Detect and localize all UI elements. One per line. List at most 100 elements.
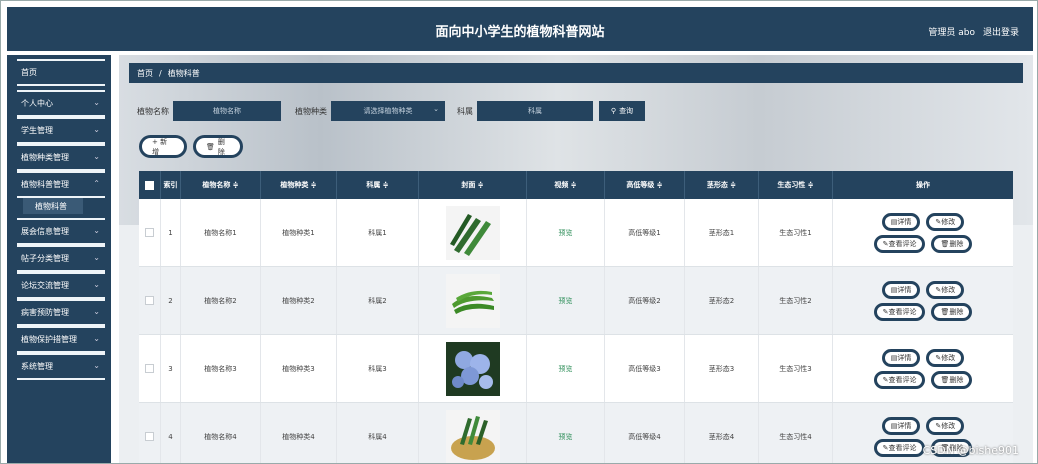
edit-button[interactable]: ✎ 修改	[926, 212, 965, 231]
sidebar-item-protection[interactable]: 植物保护措管理 ⌄	[17, 326, 105, 353]
trash-icon: 🗑	[940, 239, 950, 248]
chevron-down-icon: ⌄	[93, 226, 100, 235]
cover-image[interactable]	[419, 335, 527, 402]
table-row: 2 植物名称2 植物种类2 科属2 预览 高低等级2 茎形态2 生态习性2 ▤ …	[139, 267, 1013, 335]
plant-name-input[interactable]: 植物名称	[173, 101, 281, 121]
sidebar-item-plant-science[interactable]: 植物科普管理 ⌃	[17, 171, 105, 198]
top-bar: 面向中小学生的植物科普网站 管理员 abo 退出登录	[7, 7, 1033, 51]
detail-button[interactable]: ▤ 详情	[881, 348, 921, 367]
sidebar: 首页 个人中心 ⌄ 学生管理 ⌄ 植物种类管理 ⌄ 植物科普管理 ⌃ 植物科普 展会信息…	[7, 55, 111, 463]
header-type[interactable]: 植物种类 ≑	[261, 171, 337, 199]
header-video[interactable]: 视频 ≑	[527, 171, 605, 199]
chevron-down-icon: ⌄	[93, 361, 100, 370]
query-button[interactable]: ⚲ 查询	[599, 101, 645, 121]
trash-icon: 🗑	[940, 375, 950, 384]
video-preview-link[interactable]: 预览	[527, 267, 605, 334]
sidebar-item-post-category[interactable]: 帖子分类管理 ⌄	[17, 245, 105, 272]
row-checkbox[interactable]	[139, 267, 161, 334]
edit-button[interactable]: ✎ 修改	[926, 416, 965, 435]
header-family[interactable]: 科属 ≑	[337, 171, 419, 199]
action-bar: + 新增 🗑 删除	[139, 135, 249, 158]
doc-icon: ▤	[890, 285, 898, 294]
breadcrumb: 首页 / 植物科普	[129, 63, 1023, 83]
cover-image[interactable]	[419, 199, 527, 266]
breadcrumb-current: 植物科普	[167, 68, 200, 78]
sidebar-item-personal[interactable]: 个人中心 ⌄	[17, 90, 105, 117]
plant-type-select[interactable]: 请选择植物种类 ⌄	[331, 101, 445, 121]
sidebar-item-system[interactable]: 系统管理 ⌄	[17, 353, 105, 380]
trash-icon: 🗑	[940, 307, 950, 316]
chevron-up-icon: ⌃	[93, 179, 100, 188]
sidebar-item-disease[interactable]: 病害预防管理 ⌄	[17, 299, 105, 326]
header-level[interactable]: 高低等级 ≑	[605, 171, 685, 199]
doc-icon: ▤	[890, 353, 898, 362]
detail-button[interactable]: ▤ 详情	[881, 212, 921, 231]
view-comments-button[interactable]: ✎ 查看评论	[873, 302, 926, 321]
header-cover[interactable]: 封面 ≑	[419, 171, 527, 199]
row-actions: ▤ 详情 ✎ 修改 ✎ 查看评论 🗑 删除	[833, 267, 1013, 334]
view-comments-button[interactable]: ✎ 查看评论	[873, 234, 926, 253]
table-row: 3 植物名称3 植物种类3 科属3 预览 高低等级3 茎形态3 生态习性3 ▤ …	[139, 335, 1013, 403]
video-preview-link[interactable]: 预览	[527, 403, 605, 463]
header-stem[interactable]: 茎形态 ≑	[685, 171, 759, 199]
trash-icon: 🗑	[206, 142, 215, 151]
row-checkbox[interactable]	[139, 199, 161, 266]
add-button[interactable]: + 新增	[139, 135, 187, 158]
sidebar-subitem-plant-science[interactable]: 植物科普	[23, 198, 83, 214]
sidebar-item-exhibition[interactable]: 展会信息管理 ⌄	[17, 218, 105, 245]
data-table: 索引 植物名称 ≑ 植物种类 ≑ 科属 ≑ 封面 ≑ 视频 ≑ 高低等级 ≑ 茎…	[139, 171, 1013, 463]
sidebar-item-forum[interactable]: 论坛交流管理 ⌄	[17, 272, 105, 299]
row-checkbox[interactable]	[139, 335, 161, 402]
cover-image[interactable]	[419, 403, 527, 463]
row-checkbox[interactable]	[139, 403, 161, 463]
row-actions: ▤ 详情 ✎ 修改 ✎ 查看评论 🗑 删除	[833, 199, 1013, 266]
row-delete-button[interactable]: 🗑 删除	[931, 234, 973, 253]
chevron-down-icon: ⌄	[93, 334, 100, 343]
delete-button[interactable]: 🗑 删除	[193, 135, 243, 158]
edit-button[interactable]: ✎ 修改	[926, 280, 965, 299]
watermark: CSDN @bishe901	[922, 444, 1019, 457]
table-header: 索引 植物名称 ≑ 植物种类 ≑ 科属 ≑ 封面 ≑ 视频 ≑ 高低等级 ≑ 茎…	[139, 171, 1013, 199]
sidebar-item-students[interactable]: 学生管理 ⌄	[17, 117, 105, 144]
header-habit[interactable]: 生态习性 ≑	[759, 171, 833, 199]
breadcrumb-home[interactable]: 首页	[137, 68, 153, 79]
admin-label: 管理员 abo	[928, 28, 975, 38]
detail-button[interactable]: ▤ 详情	[881, 416, 921, 435]
search-icon: ⚲	[610, 107, 617, 115]
cover-image[interactable]	[419, 267, 527, 334]
chevron-down-icon: ⌄	[93, 280, 100, 289]
chevron-down-icon: ⌄	[93, 125, 100, 134]
family-input[interactable]: 科属	[477, 101, 593, 121]
view-comments-button[interactable]: ✎ 查看评论	[873, 438, 926, 457]
video-preview-link[interactable]: 预览	[527, 199, 605, 266]
family-label: 科属	[457, 106, 473, 116]
plant-name-label: 植物名称	[137, 106, 169, 116]
row-delete-button[interactable]: 🗑 删除	[931, 302, 973, 321]
row-delete-button[interactable]: 🗑 删除	[931, 370, 973, 389]
chevron-down-icon: ⌄	[93, 253, 100, 262]
table-row: 1 植物名称1 植物种类1 科属1 预览 高低等级1 茎形态1 生态习性1 ▤ …	[139, 199, 1013, 267]
detail-button[interactable]: ▤ 详情	[881, 280, 921, 299]
edit-button[interactable]: ✎ 修改	[926, 348, 965, 367]
header-index: 索引	[161, 171, 181, 199]
video-preview-link[interactable]: 预览	[527, 335, 605, 402]
table-row: 4 植物名称4 植物种类4 科属4 预览 高低等级4 茎形态4 生态习性4 ▤ …	[139, 403, 1013, 463]
header-ops: 操作	[916, 181, 930, 189]
select-all-checkbox[interactable]	[139, 171, 161, 199]
plant-type-label: 植物种类	[295, 106, 327, 116]
view-comments-button[interactable]: ✎ 查看评论	[873, 370, 926, 389]
chevron-down-icon: ⌄	[93, 152, 100, 161]
doc-icon: ▤	[890, 421, 898, 430]
sidebar-item-home[interactable]: 首页	[17, 59, 105, 86]
breadcrumb-separator: /	[159, 68, 162, 78]
chevron-down-icon: ⌄	[433, 105, 439, 113]
doc-icon: ▤	[890, 217, 898, 226]
header-name[interactable]: 植物名称 ≑	[181, 171, 261, 199]
app-frame: 面向中小学生的植物科普网站 管理员 abo 退出登录 首页 个人中心 ⌄ 学生管理…	[0, 0, 1038, 464]
search-bar: 植物名称 植物名称 植物种类 请选择植物种类 ⌄ 科属 科属 ⚲ 查询	[137, 101, 645, 121]
chevron-down-icon: ⌄	[93, 307, 100, 316]
sidebar-item-plant-types[interactable]: 植物种类管理 ⌄	[17, 144, 105, 171]
logout-link[interactable]: 退出登录	[983, 25, 1019, 38]
main-content: 首页 / 植物科普 植物名称 植物名称 植物种类 请选择植物种类 ⌄ 科属 科属…	[119, 55, 1033, 463]
chevron-down-icon: ⌄	[93, 98, 100, 107]
